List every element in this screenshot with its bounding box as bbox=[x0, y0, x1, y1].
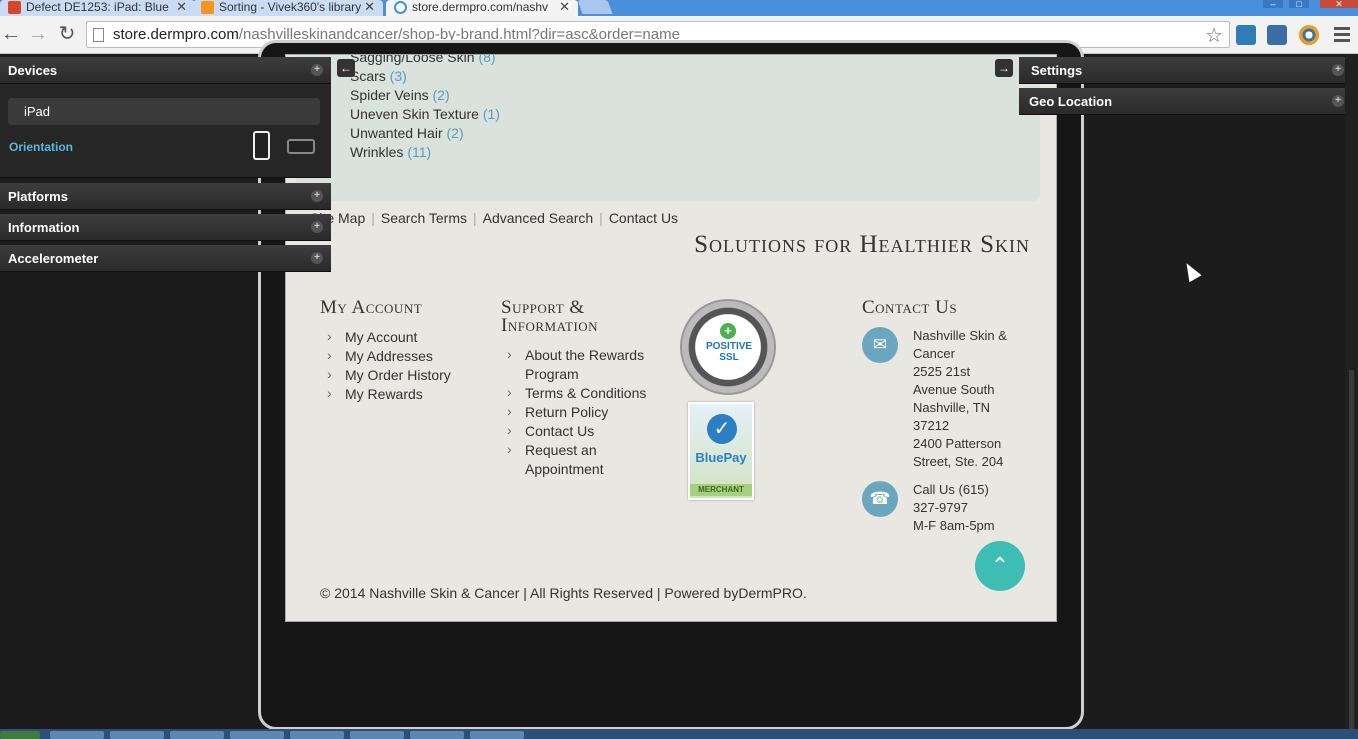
forward-button[interactable]: → bbox=[27, 23, 49, 45]
reload-button[interactable]: ↻ bbox=[56, 23, 78, 45]
landscape-icon[interactable] bbox=[287, 139, 315, 154]
rally-icon bbox=[8, 1, 21, 14]
slogan: Solutions for Healthier Skin bbox=[694, 231, 1030, 258]
category-list: Sagging/Loose Skin (8) Scars (3) Spider … bbox=[296, 55, 1040, 201]
footer-link-search-terms[interactable]: Search Terms bbox=[381, 210, 467, 226]
taskbar-item[interactable] bbox=[350, 731, 404, 739]
new-tab-button[interactable] bbox=[577, 0, 613, 14]
contact-phone: Call Us (615) 327-9797 M-F 8am-5pm bbox=[913, 482, 995, 533]
close-icon[interactable]: ✕ bbox=[364, 0, 375, 14]
link-terms-conditions[interactable]: Terms & Conditions bbox=[501, 383, 661, 403]
footer-link-contact-us[interactable]: Contact Us bbox=[609, 210, 678, 226]
close-window-button[interactable]: ✕ bbox=[1320, 0, 1358, 9]
close-icon[interactable]: ✕ bbox=[559, 0, 570, 14]
tab-strip: Defect DE1253: iPad: Blue ✕ Sorting - Vi… bbox=[0, 0, 1358, 16]
footer-links: Site Map | Search Terms | Advanced Search | Co… bbox=[310, 210, 679, 226]
envelope-icon: ✉ bbox=[862, 327, 898, 363]
portrait-icon[interactable] bbox=[253, 131, 270, 160]
link-rewards-program[interactable]: About the Rewards Program bbox=[501, 345, 661, 384]
device-ipad[interactable]: iPad bbox=[8, 98, 320, 125]
contact-heading: Contact Us bbox=[862, 297, 958, 318]
expand-icon[interactable]: + bbox=[311, 252, 323, 264]
expand-icon[interactable]: + bbox=[1332, 64, 1344, 76]
minimize-button[interactable]: – bbox=[1263, 0, 1283, 9]
rss-icon bbox=[201, 1, 214, 14]
bluepay-badge[interactable]: ✓ BluePay MERCHANT bbox=[688, 402, 754, 500]
mouse-cursor-icon bbox=[1180, 259, 1202, 283]
my-account-heading: My Account bbox=[320, 297, 423, 318]
list-item[interactable]: Unwanted Hair (2) bbox=[350, 125, 464, 141]
scrollbar-thumb[interactable] bbox=[1349, 370, 1354, 730]
collapse-right-panel-icon[interactable]: → bbox=[995, 59, 1013, 77]
taskbar-item[interactable] bbox=[410, 731, 464, 739]
geo-location-panel-header[interactable]: Geo Location + bbox=[1019, 88, 1352, 115]
list-item[interactable]: Uneven Skin Texture (1) bbox=[350, 106, 500, 122]
tab-sorting[interactable]: Sorting - Vivek360's library ✕ bbox=[193, 0, 383, 16]
taskbar-item[interactable] bbox=[470, 731, 524, 739]
list-item[interactable]: Scars (3) bbox=[350, 68, 407, 84]
copyright: © 2014 Nashville Skin & Cancer | All Rig… bbox=[320, 585, 807, 601]
back-button[interactable]: ← bbox=[0, 23, 22, 45]
tab-dermpro[interactable]: store.dermpro.com/nashv ✕ bbox=[386, 0, 578, 16]
taskbar-item[interactable] bbox=[50, 731, 104, 739]
scroll-to-top-button[interactable]: ⌃ bbox=[975, 541, 1025, 591]
checkmark-icon: ✓ bbox=[707, 414, 737, 444]
list-item[interactable]: Sagging/Loose Skin (8) bbox=[350, 55, 496, 65]
accelerometer-panel-header[interactable]: Accelerometer + bbox=[0, 245, 331, 272]
platforms-panel-header[interactable]: Platforms + bbox=[0, 183, 331, 210]
expand-icon[interactable]: + bbox=[311, 221, 323, 233]
support-links: About the Rewards Program Terms & Condit… bbox=[501, 345, 661, 479]
positive-ssl-badge[interactable]: + POSITIVE SSL bbox=[680, 299, 776, 395]
orientation-label: Orientation bbox=[9, 140, 74, 154]
expand-icon[interactable]: + bbox=[1332, 95, 1344, 107]
devices-panel-header[interactable]: Devices + bbox=[0, 57, 331, 84]
link-my-order-history[interactable]: My Order History bbox=[321, 365, 451, 385]
link-request-appointment[interactable]: Request an Appointment bbox=[501, 440, 661, 479]
contact-address: Nashville Skin & Cancer 2525 21st Avenue… bbox=[913, 328, 1007, 469]
support-heading: Support & Information bbox=[501, 297, 599, 336]
maximize-button[interactable]: □ bbox=[1289, 0, 1309, 9]
taskbar bbox=[0, 729, 1358, 739]
extension-icon[interactable] bbox=[1236, 25, 1256, 45]
devices-panel: iPad Orientation bbox=[0, 84, 331, 178]
phone-icon: ☎ bbox=[862, 481, 898, 517]
link-return-policy[interactable]: Return Policy bbox=[501, 402, 661, 422]
start-button[interactable] bbox=[0, 731, 40, 739]
plus-icon: + bbox=[720, 323, 736, 339]
taskbar-item[interactable] bbox=[170, 731, 224, 739]
link-my-addresses[interactable]: My Addresses bbox=[321, 346, 451, 366]
footer-link-advanced-search[interactable]: Advanced Search bbox=[483, 210, 594, 226]
scrollbar[interactable] bbox=[1345, 54, 1358, 739]
link-contact-us[interactable]: Contact Us bbox=[501, 421, 661, 441]
expand-icon[interactable]: + bbox=[311, 190, 323, 202]
bookmark-star-icon[interactable]: ☆ bbox=[1205, 23, 1223, 48]
page-icon bbox=[93, 28, 104, 42]
taskbar-item[interactable] bbox=[230, 731, 284, 739]
loading-icon bbox=[394, 1, 407, 14]
extension-circle-icon[interactable] bbox=[1299, 25, 1319, 45]
taskbar-item[interactable] bbox=[110, 731, 164, 739]
settings-panel-header[interactable]: Settings + bbox=[1019, 57, 1352, 84]
link-my-account[interactable]: My Account bbox=[321, 327, 451, 347]
expand-icon[interactable]: + bbox=[311, 64, 323, 76]
tab-defect[interactable]: Defect DE1253: iPad: Blue ✕ bbox=[0, 0, 195, 16]
device-screen: Sagging/Loose Skin (8) Scars (3) Spider … bbox=[285, 54, 1057, 622]
information-panel-header[interactable]: Information + bbox=[0, 214, 331, 241]
my-account-links: My Account My Addresses My Order History… bbox=[321, 327, 451, 404]
link-my-rewards[interactable]: My Rewards bbox=[321, 384, 451, 404]
extension-s-icon[interactable] bbox=[1267, 25, 1287, 45]
taskbar-item[interactable] bbox=[290, 731, 344, 739]
list-item[interactable]: Wrinkles (11) bbox=[350, 144, 431, 160]
chrome-menu-icon[interactable] bbox=[1334, 27, 1350, 43]
list-item[interactable]: Spider Veins (2) bbox=[350, 87, 450, 103]
collapse-left-panel-icon[interactable]: ← bbox=[337, 59, 355, 77]
close-icon[interactable]: ✕ bbox=[176, 0, 187, 14]
